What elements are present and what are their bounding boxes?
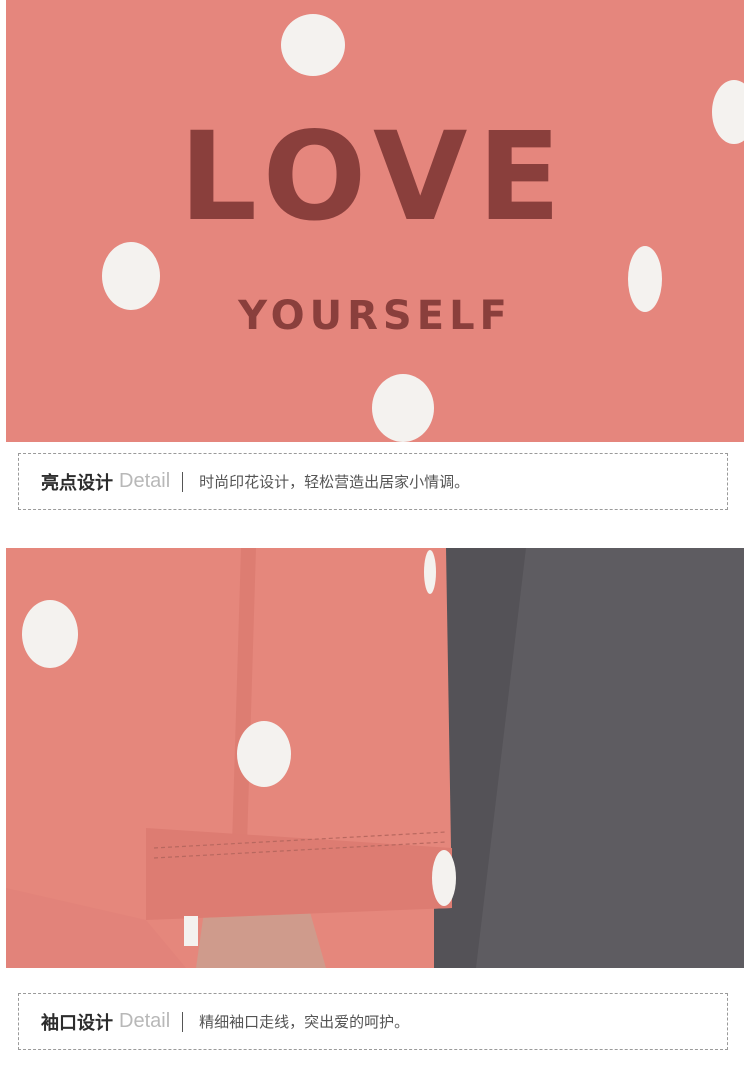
polka-dot — [424, 550, 436, 594]
caption-title-en: Detail — [119, 1010, 171, 1032]
polka-dot — [22, 600, 78, 668]
highlight-design-caption: 亮点设计 Detail 时尚印花设计，轻松营造出居家小情调。 — [18, 453, 728, 510]
sleeve-illustration — [6, 548, 744, 968]
polka-dot — [237, 721, 291, 787]
caption-description: 时尚印花设计，轻松营造出居家小情调。 — [199, 473, 470, 491]
caption-title: 袖口设计 — [41, 1012, 113, 1034]
print-detail-photo: LOVE YOURSELF — [6, 0, 744, 442]
cuff-design-caption: 袖口设计 Detail 精细袖口走线，突出爱的呵护。 — [18, 993, 728, 1050]
caption-divider — [182, 471, 184, 492]
caption-title-en: Detail — [119, 470, 171, 492]
caption-title: 亮点设计 — [41, 472, 113, 494]
yourself-print-text: YOURSELF — [238, 293, 512, 339]
polka-dot — [281, 14, 345, 76]
polka-dot — [372, 374, 434, 442]
polka-dot — [432, 850, 456, 906]
caption-description: 精细袖口走线，突出爱的呵护。 — [199, 1013, 410, 1031]
caption-divider — [182, 1011, 184, 1032]
polka-dot — [184, 916, 198, 946]
sleeve-detail-photo — [6, 548, 744, 968]
love-print-text: LOVE — [179, 106, 571, 248]
